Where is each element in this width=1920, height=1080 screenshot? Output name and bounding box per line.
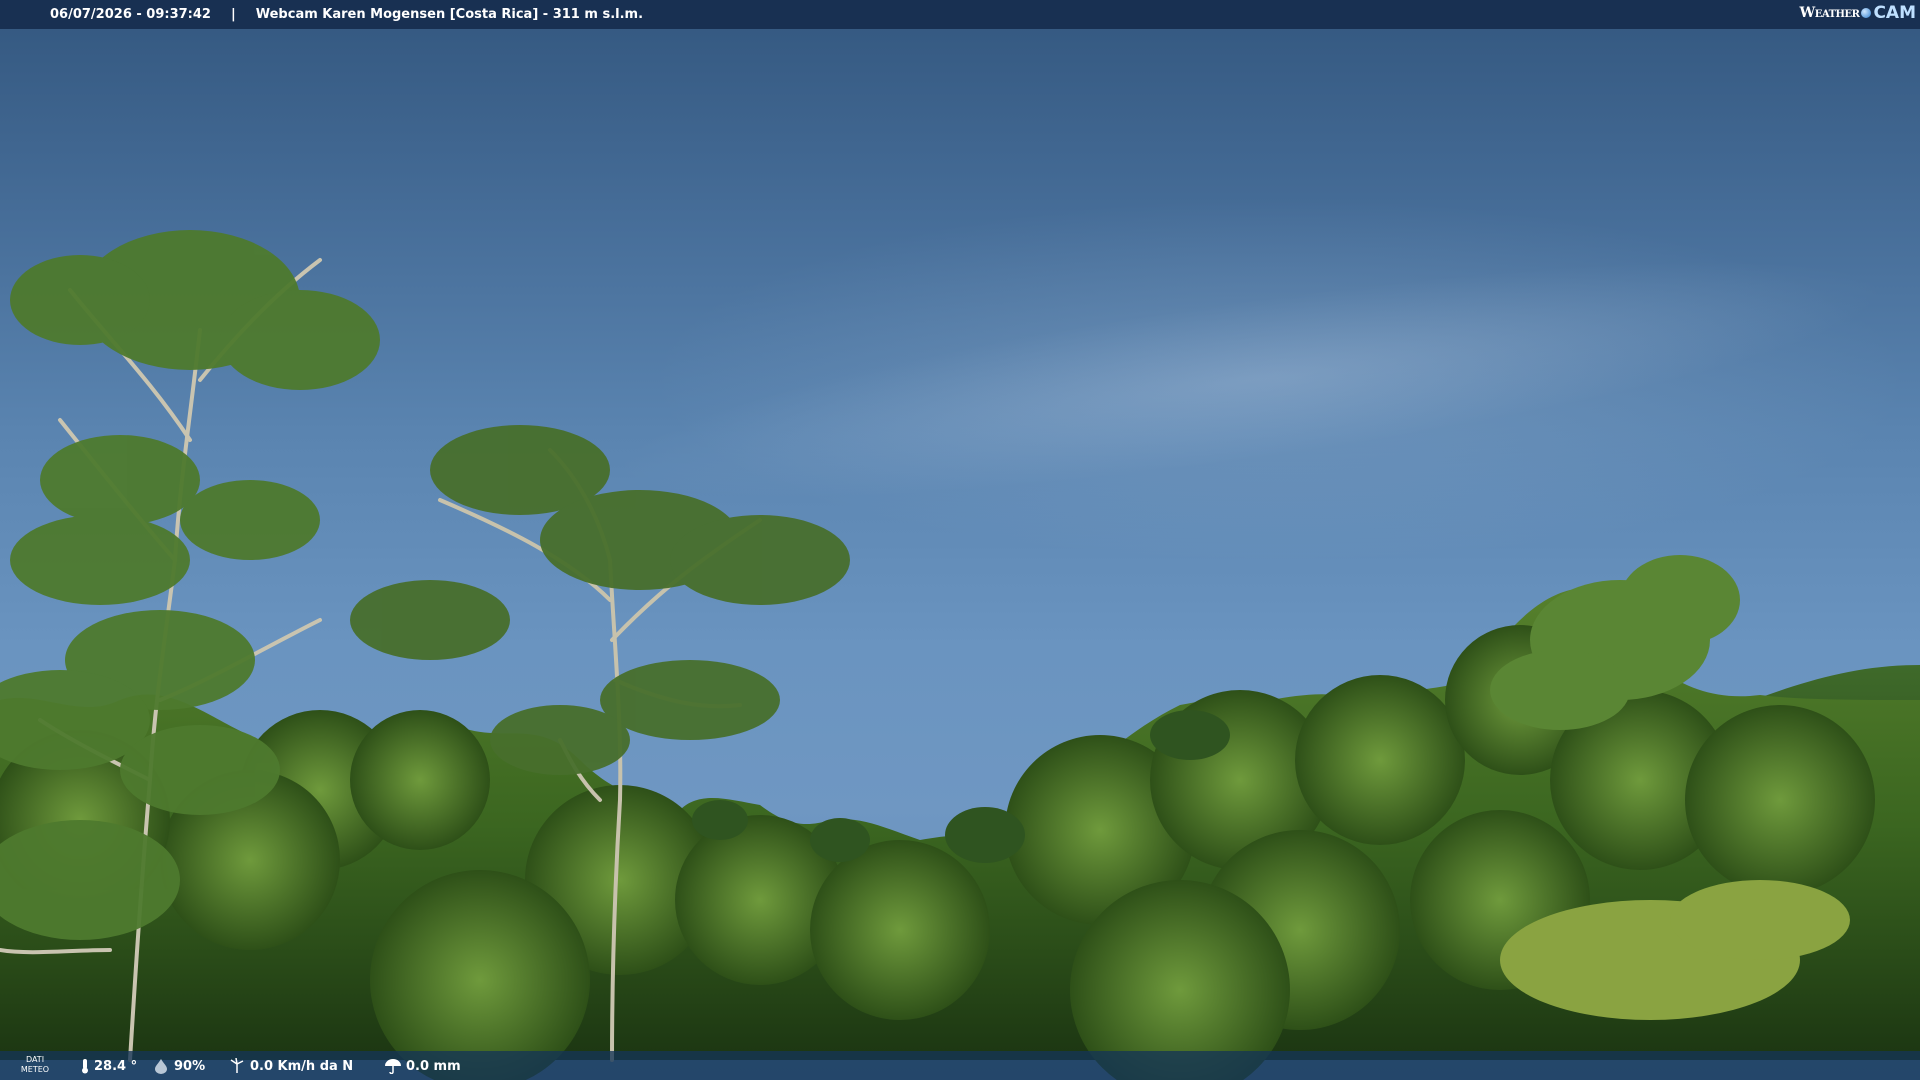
- humidity-value: 90%: [174, 1058, 206, 1074]
- logo-cam: CAM: [1873, 3, 1916, 23]
- logo-word: Weather: [1799, 5, 1860, 21]
- temperature-value: 28.4 °: [94, 1058, 138, 1074]
- weather-data-bar: DATI METEO 28.4 ° 90% 0.0 Km/h da N 0.0 …: [0, 1051, 1920, 1080]
- umbrella-icon: [385, 1059, 401, 1074]
- humidity-reading: 90%: [152, 1058, 205, 1074]
- humidity-drop-icon: [155, 1059, 167, 1074]
- weathercam-logo[interactable]: Weather CAM: [1800, 3, 1916, 23]
- weather-data-label: DATI METEO: [20, 1055, 50, 1074]
- timestamp: 06/07/2026 - 09:37:42: [50, 7, 211, 22]
- wind-reading: 0.0 Km/h da N: [228, 1058, 353, 1074]
- separator: |: [230, 7, 236, 22]
- wind-icon: [230, 1058, 244, 1073]
- globe-icon: [1861, 8, 1872, 18]
- top-info-bar: 06/07/2026 - 09:37:42 | Webcam Karen Mog…: [0, 0, 1920, 29]
- rain-value: 0.0 mm: [406, 1058, 461, 1074]
- rain-reading: 0.0 mm: [384, 1058, 461, 1074]
- temperature-reading: 28.4 °: [80, 1058, 137, 1074]
- webcam-title: Webcam Karen Mogensen [Costa Rica] - 311…: [255, 7, 644, 22]
- forest-scene: [0, 230, 1920, 1080]
- wind-value: 0.0 Km/h da N: [250, 1058, 354, 1074]
- webcam-frame: 06/07/2026 - 09:37:42 | Webcam Karen Mog…: [0, 0, 1920, 1080]
- thermometer-icon: [82, 1059, 88, 1074]
